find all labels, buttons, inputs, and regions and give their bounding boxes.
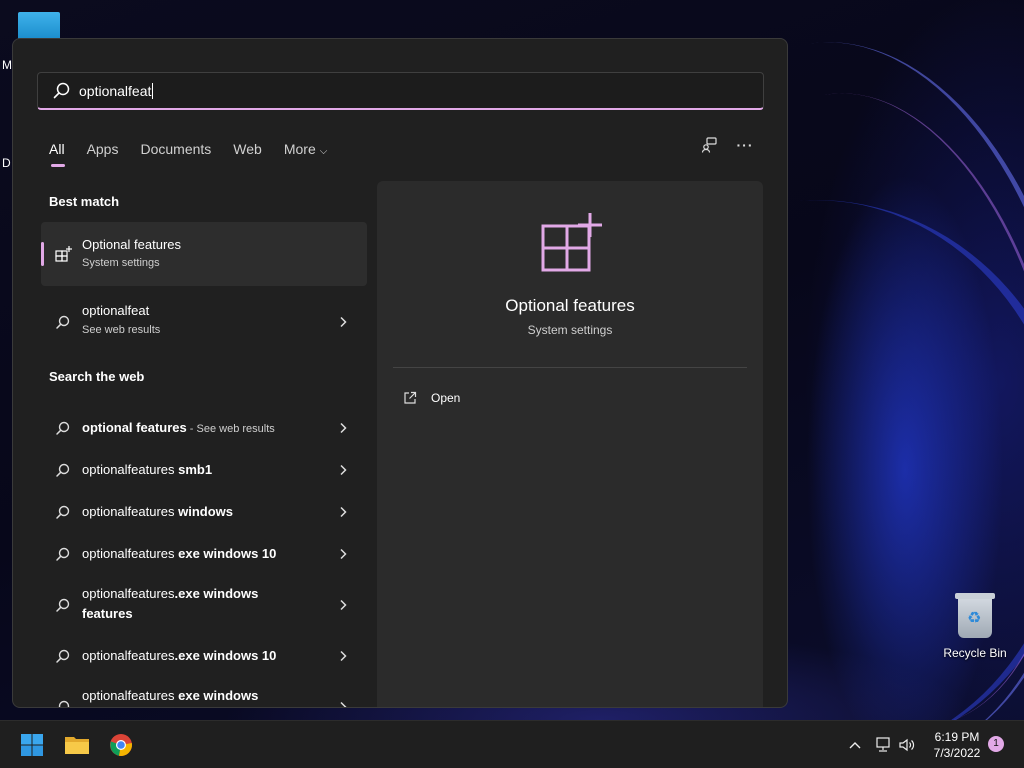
web-suggestion-text: optionalfeatures.exe windows 10 <box>82 646 312 666</box>
web-suggestion-row[interactable]: optional features - See web results <box>41 408 367 448</box>
suggestion-typed-part: optionalfeatures <box>82 504 175 519</box>
show-hidden-icons-button[interactable] <box>844 735 866 755</box>
notification-badge[interactable]: 1 <box>988 736 1004 752</box>
suggestion-suffix: - See web results <box>186 423 275 435</box>
filter-tabs: All Apps Documents Web More ⌵ <box>49 137 349 167</box>
desktop-shortcut-icon[interactable] <box>18 12 60 40</box>
more-options-icon: ··· <box>736 137 754 153</box>
suggestion-typed-part: optionalfeatures <box>82 648 175 663</box>
web-suggestion-row[interactable]: optionalfeatures windows <box>41 492 367 532</box>
volume-icon <box>899 738 915 752</box>
open-action[interactable]: Open <box>403 388 460 408</box>
suggestion-completion: optional features <box>82 420 187 435</box>
clock-time: 6:19 PM <box>934 730 980 744</box>
web-suggestion-text: optionalfeatures.exe windows features <box>82 584 312 624</box>
share-button[interactable] <box>696 133 724 157</box>
recycle-bin[interactable]: ♻ Recycle Bin <box>940 593 1010 660</box>
web-suggestion-text: optionalfeatures exe windows 10 <box>82 544 312 564</box>
search-icon <box>53 82 70 99</box>
best-match-title: Optional features <box>82 237 182 252</box>
web-suggestion-row[interactable]: optionalfeatures exe windows 10 <box>41 534 367 574</box>
search-icon <box>56 505 70 519</box>
web-result-subtitle: See web results <box>82 324 161 336</box>
best-match-subtitle: System settings <box>82 257 160 269</box>
chevron-right-icon <box>340 548 347 560</box>
search-icon <box>56 463 70 477</box>
tab-documents[interactable]: Documents <box>140 141 211 157</box>
suggestion-completion: .exe windows 10 <box>174 648 277 663</box>
best-match-heading: Best match <box>49 194 120 209</box>
search-the-web-heading: Search the web <box>49 369 145 384</box>
divider <box>393 367 747 368</box>
web-suggestion-row[interactable]: optionalfeatures smb1 <box>41 450 367 490</box>
network-icon <box>876 737 890 752</box>
search-query: optionalfeat <box>79 83 154 99</box>
details-pane: Optional features System settings Open <box>377 181 763 707</box>
web-suggestion-row[interactable]: optionalfeatures exe windows features <box>41 678 367 707</box>
start-icon <box>21 734 43 756</box>
search-input[interactable]: optionalfeat <box>37 72 764 110</box>
suggestion-completion: exe windows 10 <box>174 546 277 561</box>
search-icon <box>56 421 70 435</box>
suggestion-completion: windows <box>174 504 234 519</box>
start-search-panel: optionalfeat All Apps Documents Web More… <box>12 38 788 708</box>
search-icon <box>58 700 70 707</box>
web-suggestion-text: optionalfeatures smb1 <box>82 460 312 480</box>
chevron-up-icon <box>849 742 861 749</box>
chrome-icon <box>110 734 132 756</box>
chevron-right-icon <box>340 701 347 707</box>
tab-web[interactable]: Web <box>233 141 262 157</box>
suggestion-completion: smb1 <box>174 462 213 477</box>
more-options-button[interactable]: ··· <box>731 133 759 157</box>
suggestion-typed-part: optionalfeatures <box>82 688 175 703</box>
chevron-right-icon <box>340 650 347 662</box>
details-title: Optional features <box>505 296 635 315</box>
recycle-bin-label: Recycle Bin <box>943 646 1007 660</box>
text-caret <box>152 83 154 99</box>
search-icon <box>56 598 70 612</box>
search-icon <box>56 649 70 663</box>
web-search-result[interactable]: optionalfeat See web results <box>41 297 367 347</box>
tab-more[interactable]: More ⌵ <box>284 141 328 157</box>
chevron-right-icon <box>340 464 347 476</box>
suggestion-typed-part: optionalfeatures <box>82 546 175 561</box>
clock[interactable]: 6:19 PM 7/3/2022 <box>922 729 992 761</box>
share-icon <box>701 137 717 153</box>
file-explorer-button[interactable] <box>61 729 93 761</box>
suggestion-typed-part: optionalfeatures <box>82 462 175 477</box>
web-suggestion-row[interactable]: optionalfeatures.exe windows features <box>41 576 367 634</box>
open-label: Open <box>431 391 461 405</box>
optional-features-icon <box>55 246 72 262</box>
chevron-right-icon <box>340 599 347 611</box>
chevron-right-icon <box>340 316 347 328</box>
volume-button[interactable] <box>896 735 918 755</box>
web-suggestion-text: optionalfeatures windows <box>82 502 312 522</box>
clock-date: 7/3/2022 <box>933 746 981 760</box>
best-match-result[interactable]: Optional features System settings <box>41 222 367 286</box>
start-button[interactable] <box>16 729 48 761</box>
search-icon <box>56 315 70 329</box>
web-suggestion-row[interactable]: optionalfeatures.exe windows 10 <box>41 636 367 676</box>
chevron-right-icon <box>340 422 347 434</box>
chevron-down-icon: ⌵ <box>319 146 328 157</box>
chevron-right-icon <box>340 506 347 518</box>
search-icon <box>56 547 70 561</box>
selection-indicator <box>41 242 44 266</box>
chrome-button[interactable] <box>105 729 137 761</box>
web-suggestion-text: optional features - See web results <box>82 418 312 439</box>
suggestion-typed-part: optionalfeatures <box>82 586 175 601</box>
file-explorer-icon <box>65 737 89 754</box>
tab-all[interactable]: All <box>49 141 65 167</box>
desktop-shortcut-label-partial: M <box>2 58 12 72</box>
optional-features-icon <box>541 213 602 272</box>
network-button[interactable] <box>872 735 894 755</box>
details-subtitle: System settings <box>527 323 613 337</box>
tab-apps[interactable]: Apps <box>87 141 119 157</box>
desktop-shortcut-label-partial: D <box>2 156 11 170</box>
recycle-bin-icon: ♻ <box>955 593 995 638</box>
taskbar: 6:19 PM 7/3/2022 <box>0 720 1024 768</box>
web-result-title: optionalfeat <box>82 303 150 318</box>
open-external-icon <box>404 391 417 404</box>
web-suggestion-text: optionalfeatures exe windows features <box>82 686 312 707</box>
